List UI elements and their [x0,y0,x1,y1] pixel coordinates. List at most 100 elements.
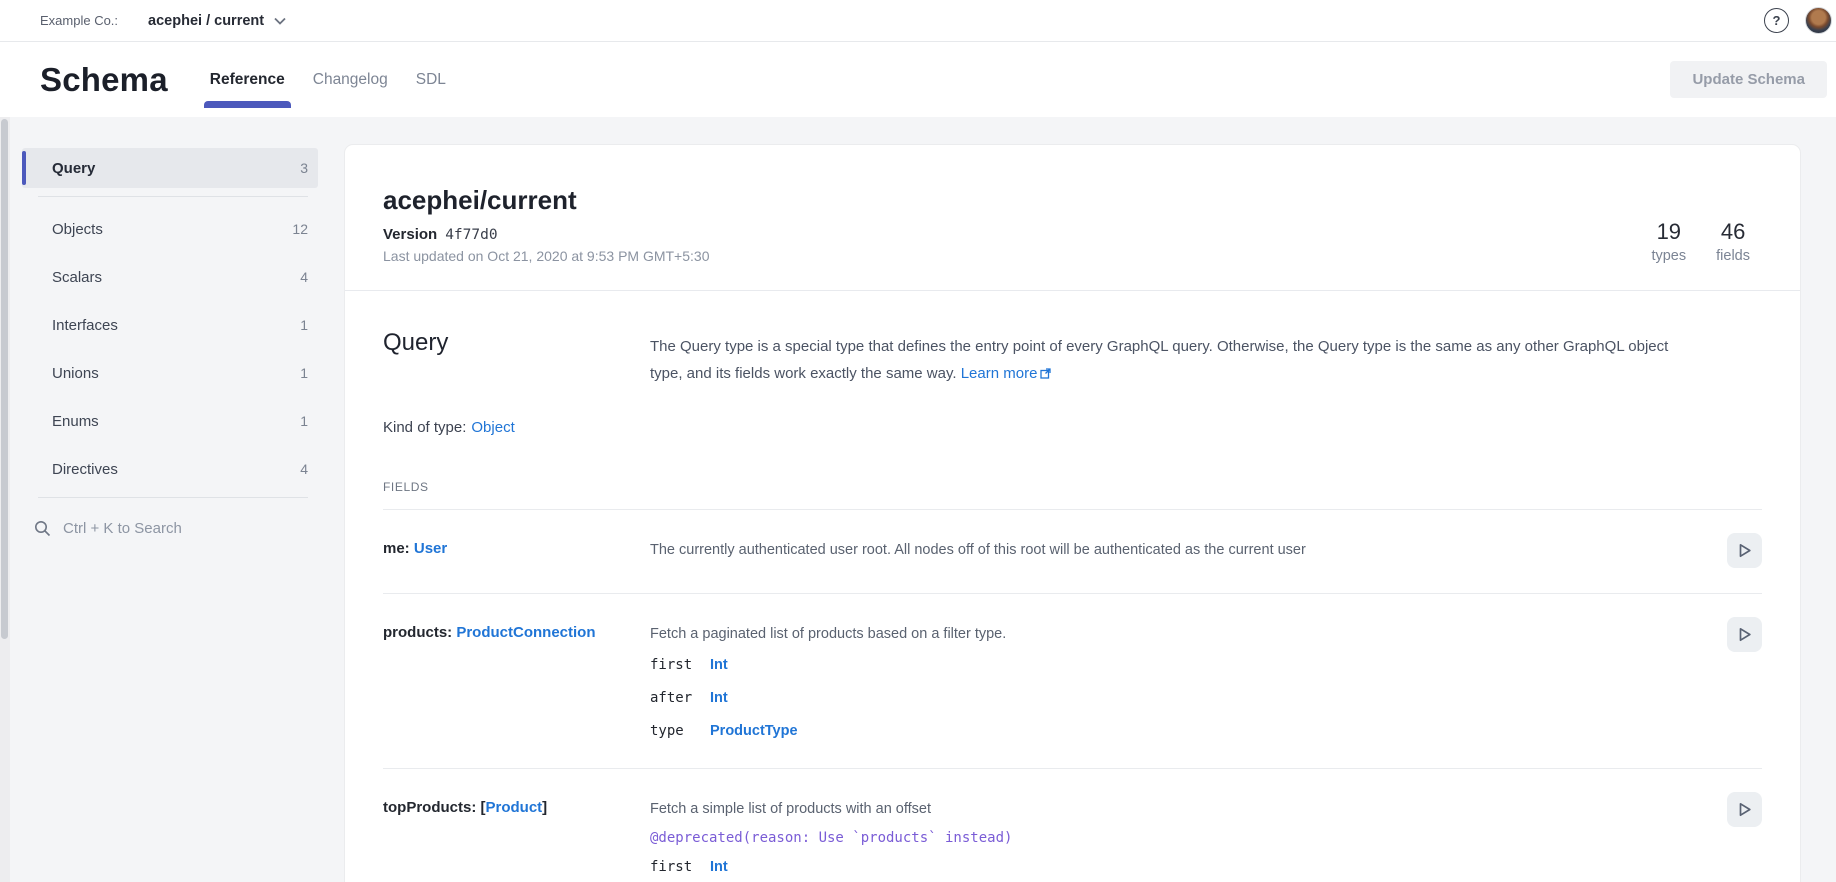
field-description: Fetch a simple list of products with an … [650,799,1712,819]
run-in-explorer-button[interactable] [1727,617,1762,652]
arg-name: after [650,690,710,706]
fields-label: FIELDS [383,480,1762,494]
sidebar-item-enums[interactable]: Enums 1 [22,401,318,441]
stat-label: fields [1716,248,1750,264]
tabs: ReferenceChangelogSDL [196,42,460,117]
field-args: first Int [650,859,1712,879]
sidebar-divider [38,497,308,498]
sidebar-item-interfaces[interactable]: Interfaces 1 [22,305,318,345]
field-type-link[interactable]: Product [486,799,543,816]
type-name: Query [383,329,650,387]
page-title: Schema [40,61,168,99]
stat-label: types [1651,248,1686,264]
play-icon [1738,543,1752,558]
schema-stats: 19 types 46 fields [1651,219,1762,264]
stat-value: 19 [1651,219,1686,245]
field-arg: first Int [650,859,1712,879]
field-description: The currently authenticated user root. A… [650,540,1712,560]
sidebar-item-label: Directives [52,461,118,478]
sidebar-item-label: Unions [52,365,99,382]
version-value: 4f77d0 [445,227,497,243]
arg-type-link[interactable]: ProductType [710,723,798,739]
sidebar-item-directives[interactable]: Directives 4 [22,449,318,489]
sidebar-item-count: 3 [300,160,308,176]
content-area: Query 3 Objects 12 Scalars 4 Interfaces … [0,117,1836,882]
page-scrollbar-thumb[interactable] [1,119,8,639]
update-schema-button[interactable]: Update Schema [1670,61,1827,98]
chevron-down-icon [274,17,286,25]
sidebar-item-label: Enums [52,413,99,430]
field-row: topProducts: [Product] Fetch a simple li… [383,768,1762,882]
kind-value-link[interactable]: Object [471,419,514,436]
avatar[interactable] [1805,7,1832,34]
kind-of-type: Kind of type:Object [383,419,1762,436]
play-icon [1738,627,1752,642]
sidebar-item-count: 4 [300,461,308,477]
schema-card: acephei/current Version4f77d0 Last updat… [345,145,1800,882]
arg-name: first [650,657,710,673]
sidebar-item-label: Query [52,160,95,177]
arg-type-link[interactable]: Int [710,859,728,875]
sidebar-item-count: 12 [292,221,308,237]
sidebar-item-count: 1 [300,413,308,429]
page-header: Schema ReferenceChangelogSDL Update Sche… [0,42,1836,117]
stat-value: 46 [1716,219,1750,245]
field-type-link[interactable]: User [414,540,447,557]
sidebar-item-query[interactable]: Query 3 [22,148,318,188]
field-row: products: ProductConnection Fetch a pagi… [383,593,1762,768]
sidebar-item-count: 1 [300,317,308,333]
field-arg: first Int [650,657,1712,677]
graph-selector[interactable]: acephei / current [148,13,286,29]
sidebar-item-objects[interactable]: Objects 12 [22,209,318,249]
type-section: Query The Query type is a special type t… [383,291,1762,882]
play-icon [1738,802,1752,817]
field-name: products: ProductConnection [383,624,650,743]
tab-sdl[interactable]: SDL [402,42,460,117]
sidebar-item-label: Interfaces [52,317,118,334]
sidebar-item-count: 1 [300,365,308,381]
field-name: topProducts: [Product] [383,799,650,879]
sidebar-item-label: Objects [52,221,103,238]
field-arg: type ProductType [650,723,1712,743]
sidebar-item-label: Scalars [52,269,102,286]
run-in-explorer-button[interactable] [1727,792,1762,827]
last-updated: Last updated on Oct 21, 2020 at 9:53 PM … [383,248,709,264]
field-body: The currently authenticated user root. A… [650,540,1712,568]
field-args: first Int after Int type ProductType [650,657,1712,743]
sidebar-search[interactable]: Ctrl + K to Search [22,510,318,547]
sidebar-item-count: 4 [300,269,308,285]
arg-type-link[interactable]: Int [710,657,728,673]
org-label: Example Co.: [40,13,118,28]
field-body: Fetch a paginated list of products based… [650,624,1712,743]
field-body: Fetch a simple list of products with an … [650,799,1712,879]
sidebar-divider [38,196,308,197]
search-icon [34,520,51,537]
help-button[interactable]: ? [1764,8,1789,33]
graph-selector-label: acephei / current [148,13,264,29]
top-bar: Example Co.: acephei / current ? [0,0,1836,42]
page-scrollbar [0,117,10,882]
sidebar-item-scalars[interactable]: Scalars 4 [22,257,318,297]
search-hint: Ctrl + K to Search [63,520,182,537]
type-description: The Query type is a special type that de… [650,333,1762,387]
stat: 19 types [1651,219,1686,264]
external-link-icon [1040,368,1051,379]
tab-changelog[interactable]: Changelog [299,42,402,117]
run-in-explorer-button[interactable] [1727,533,1762,568]
field-name: me: User [383,540,650,568]
sidebar-item-unions[interactable]: Unions 1 [22,353,318,393]
question-icon: ? [1773,13,1781,28]
schema-sidebar: Query 3 Objects 12 Scalars 4 Interfaces … [22,148,318,547]
field-arg: after Int [650,690,1712,710]
card-header: acephei/current Version4f77d0 Last updat… [383,185,1762,264]
graph-title: acephei/current [383,185,709,216]
fields-list: me: User The currently authenticated use… [383,509,1762,882]
field-description: Fetch a paginated list of products based… [650,624,1712,644]
field-row: me: User The currently authenticated use… [383,509,1762,593]
tab-reference[interactable]: Reference [196,42,299,117]
arg-name: first [650,859,710,875]
learn-more-link[interactable]: Learn more [961,365,1052,382]
arg-type-link[interactable]: Int [710,690,728,706]
field-type-link[interactable]: ProductConnection [456,624,595,641]
arg-name: type [650,723,710,739]
